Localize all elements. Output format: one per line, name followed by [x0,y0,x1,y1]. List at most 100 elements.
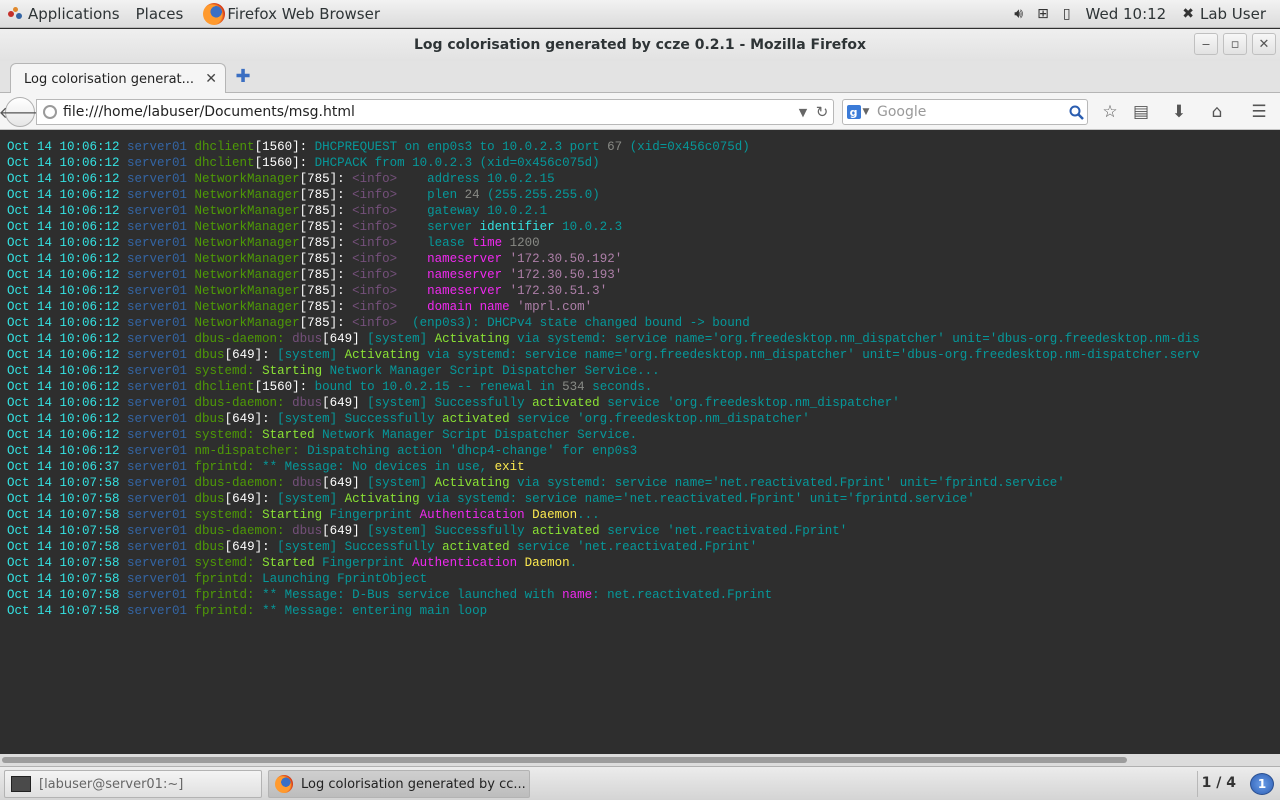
bookmark-star-icon[interactable]: ☆ [1099,101,1121,123]
taskbar-firefox[interactable]: Log colorisation generated by cc... [268,770,530,798]
places-menu[interactable]: Places [128,0,192,28]
horizontal-scrollbar[interactable] [0,754,1280,766]
log-segment: [ [299,316,308,330]
new-tab-button[interactable]: ✚ [233,66,253,87]
log-segment: Oct 14 10:07:58 [7,604,120,618]
log-segment: Activating [344,492,420,506]
notification-icon[interactable]: 1 [1250,773,1274,795]
log-segment: ** Message: D-Bus service launched with [262,588,563,602]
active-app-menu[interactable]: Firefox Web Browser [191,0,388,28]
url-input[interactable]: file:///home/labuser/Documents/msg.html [63,104,795,120]
volume-icon[interactable]: 🔊︎ [1014,6,1023,22]
search-engine-dropdown-icon: ▼ [862,107,870,117]
log-segment: ]: [329,268,353,282]
log-segment: address [397,172,488,186]
log-segment: dbus-daemon: [194,332,293,346]
reload-icon[interactable]: ↻ [811,103,833,121]
log-line: Oct 14 10:07:58 server01 fprintd: ** Mes… [7,603,1280,619]
log-segment: [system] [277,492,345,506]
log-segment: server01 [119,300,195,314]
workspace-indicator[interactable]: 1 / 4 [1202,775,1236,791]
log-segment: [ [299,172,308,186]
log-segment: [ [299,252,308,266]
applications-menu[interactable]: Applications [0,0,128,28]
url-bar[interactable]: file:///home/labuser/Documents/msg.html … [36,99,834,125]
log-segment: Oct 14 10:06:12 [7,300,120,314]
log-segment [397,284,427,298]
taskbar-terminal[interactable]: [labuser@server01:~] [4,770,262,798]
log-segment: Authentication [419,508,525,522]
firefox-icon [203,2,226,25]
log-segment: activated [532,524,600,538]
bookmarks-list-icon[interactable]: ▤ [1130,101,1152,123]
log-segment: fprintd: [194,572,263,586]
user-label: Lab User [1199,5,1266,23]
log-segment: ]: [254,540,278,554]
log-segment: '172.30.50.192' [502,252,623,266]
log-segment: <info> [352,172,398,186]
log-segment: server01 [119,572,195,586]
window-title-bar[interactable]: Log colorisation generated by ccze 0.2.1… [0,29,1280,61]
log-segment: [ [299,188,308,202]
log-segment: dbus [292,476,323,490]
search-engine-selector[interactable]: g ▼ [843,100,873,124]
log-segment: ]: [329,220,353,234]
downloads-icon[interactable]: ⬇ [1168,101,1190,123]
minimize-button[interactable]: ‒ [1194,33,1218,55]
log-segment [397,300,427,314]
log-segment: [system] [277,348,345,362]
log-segment: via systemd: service name='org.freedeskt… [509,332,1200,346]
scrollbar-thumb[interactable] [2,757,1127,763]
log-segment: lease [397,236,473,250]
home-icon[interactable]: ⌂ [1206,101,1228,123]
url-history-dropdown-icon[interactable]: ▼ [795,106,811,119]
user-menu[interactable]: ✖ Lab User [1174,0,1280,28]
log-segment: Oct 14 10:06:12 [7,316,120,330]
menu-icon[interactable]: ☰ [1248,101,1270,123]
clipboard-icon[interactable]: ▯ [1063,6,1071,22]
log-segment: 1560 [262,380,293,394]
log-segment: identifier [479,220,555,234]
log-segment: [system] [367,476,435,490]
log-segment: systemd: [194,508,263,522]
log-segment: ]: [329,188,353,202]
log-segment: 67 [607,140,623,154]
log-segment: dbus [194,540,225,554]
terminal-icon [11,776,31,792]
search-bar[interactable]: g ▼ Google [842,99,1088,125]
search-input[interactable]: Google [873,104,1065,120]
log-segment: <info> [352,252,398,266]
log-segment: ]: [254,348,278,362]
tab-close-icon[interactable]: ✕ [205,71,217,87]
log-segment: 649 [232,348,255,362]
log-line: Oct 14 10:06:12 server01 NetworkManager[… [7,315,1280,331]
site-identity-icon[interactable] [43,105,57,119]
log-line: Oct 14 10:06:12 server01 dhclient[1560]:… [7,139,1280,155]
gnome-foot-icon [8,6,22,21]
close-window-button[interactable]: ✕ [1252,33,1276,55]
log-segment: [ [322,476,330,490]
log-segment: via systemd: service name='net.reactivat… [509,476,1065,490]
log-segment: 785 [307,236,330,250]
log-segment: server [397,220,480,234]
log-segment: ]: [329,284,353,298]
maximize-button[interactable]: ▫ [1223,33,1247,55]
back-button[interactable]: 🡐 [0,97,41,127]
search-icon[interactable] [1065,100,1087,124]
log-segment: server01 [119,220,195,234]
log-segment: Oct 14 10:07:58 [7,508,120,522]
log-segment: nm-dispatcher: [194,444,308,458]
firefox-icon [275,775,293,793]
network-icon[interactable]: ⊞ [1037,6,1049,22]
log-segment: . [569,556,578,570]
log-segment: ... [577,508,600,522]
log-segment: Oct 14 10:07:58 [7,588,120,602]
clock[interactable]: Wed 10:12 [1078,0,1175,28]
log-segment: Oct 14 10:07:58 [7,476,120,490]
log-segment: <info> [352,268,398,282]
log-segment: server01 [119,332,195,346]
tab-log-colorisation[interactable]: Log colorisation generat... ✕ [10,63,226,94]
log-segment: [system] Successfully [277,412,443,426]
log-segment: Oct 14 10:06:12 [7,140,120,154]
log-segment: dbus-daemon: [194,524,293,538]
